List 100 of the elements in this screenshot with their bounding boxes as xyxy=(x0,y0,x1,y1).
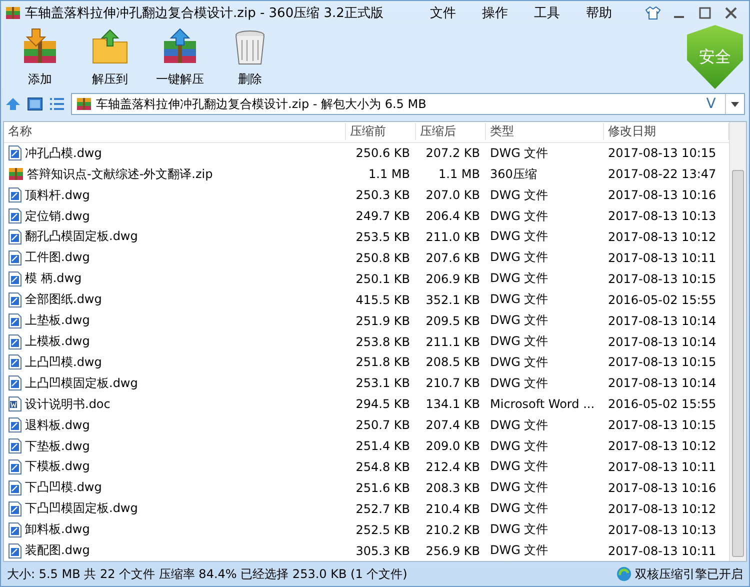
app-icon xyxy=(5,5,21,21)
drawing-file-icon xyxy=(8,270,22,287)
table-cell-text: DWG 文件 xyxy=(489,144,550,162)
table-cell-text: 2017-08-13 10:11 xyxy=(607,250,718,265)
address-field[interactable]: 车轴盖落料拉伸冲孔翻边复合模设计.zip - 解包大小为 6.5 MB V xyxy=(71,93,745,115)
drawing-file-icon xyxy=(8,458,22,475)
table-cell-text: DWG 文件 xyxy=(489,354,550,371)
table-cell-text: 251.9 KB xyxy=(354,314,411,328)
table-cell-text: 1.1 MB xyxy=(438,167,481,182)
table-cell-text: DWG 文件 xyxy=(489,521,550,538)
skin-icon[interactable] xyxy=(645,6,661,20)
column-header[interactable]: 压缩前 xyxy=(346,123,416,140)
drawing-file-icon xyxy=(8,354,22,370)
table-cell-text: 305.3 KB xyxy=(354,544,411,558)
table-cell-text: 253.1 KB xyxy=(354,376,411,390)
table-cell-text: DWG 文件 xyxy=(489,249,550,266)
file-name: 顶料杆.dwg xyxy=(25,186,90,204)
drawing-file-icon xyxy=(8,145,22,162)
toolbar-button[interactable]: 一键解压 xyxy=(149,25,211,91)
menu-item[interactable]: 文件 xyxy=(417,4,469,22)
table-cell-text: 2017-08-13 10:13 xyxy=(607,522,718,537)
file-name: 下凸凹模固定板.dwg xyxy=(25,500,138,518)
table-cell-text: DWG 文件 xyxy=(489,374,550,392)
table-cell-text: 208.3 KB xyxy=(424,480,481,495)
table-cell-text: 251.6 KB xyxy=(354,480,411,495)
table-cell-text: 2017-08-13 10:14 xyxy=(607,376,718,390)
drawing-file-icon xyxy=(8,334,22,350)
table-cell-text: 250.3 KB xyxy=(354,188,411,202)
dropdown-arrow-icon[interactable] xyxy=(731,102,739,106)
table-cell-text: DWG 文件 xyxy=(489,479,550,496)
table-cell-text: 134.1 KB xyxy=(424,397,481,412)
column-header[interactable]: 压缩后 xyxy=(416,123,486,140)
list-view-icon[interactable] xyxy=(49,96,65,112)
table-cell-text: 207.4 KB xyxy=(424,418,481,432)
menu-item[interactable]: 工具 xyxy=(521,4,573,22)
file-name: 卸料板.dwg xyxy=(25,521,90,538)
table-cell-text: 415.5 KB xyxy=(354,292,411,307)
menu-item[interactable]: 帮助 xyxy=(573,4,625,22)
file-name: 设计说明书.doc xyxy=(25,396,110,413)
table-cell-text: 2017-08-13 10:15 xyxy=(607,272,718,286)
table-cell-text: DWG 文件 xyxy=(489,270,550,288)
table-cell-text: DWG 文件 xyxy=(489,186,550,204)
table-cell-text: 207.2 KB xyxy=(424,146,481,160)
table-cell-text: 250.1 KB xyxy=(354,272,411,286)
drawing-file-icon xyxy=(8,500,22,517)
table-cell-text: 252.7 KB xyxy=(354,502,411,516)
table-cell-text: 254.8 KB xyxy=(354,460,411,474)
menu-item[interactable]: 操作 xyxy=(469,4,521,22)
table-cell-text: 250.7 KB xyxy=(354,418,411,432)
table-cell-text: 208.5 KB xyxy=(424,355,481,370)
table-cell-text: DWG 文件 xyxy=(489,500,550,518)
toolbar-button[interactable]: 解压到 xyxy=(79,25,141,91)
table-cell-text: DWG 文件 xyxy=(489,416,550,434)
table-cell-text: 212.4 KB xyxy=(424,460,481,474)
up-arrow-icon[interactable] xyxy=(5,96,21,112)
window-title: 车轴盖落料拉伸冲孔翻边复合模设计.zip - 360压缩 3.2正式版 xyxy=(25,5,384,22)
file-name: 下模板.dwg xyxy=(25,458,90,476)
scrollbar-thumb[interactable] xyxy=(732,170,744,557)
table-cell-text: 206.9 KB xyxy=(424,272,481,286)
table-cell-text: 2017-08-13 10:13 xyxy=(607,209,718,224)
table-cell-text: DWG 文件 xyxy=(489,208,550,225)
table-cell-text: 360压缩 xyxy=(489,166,538,183)
table-cell-text: 2017-08-13 10:15 xyxy=(607,418,718,432)
drawing-file-icon xyxy=(8,417,22,434)
table-cell-text: 2017-08-13 10:15 xyxy=(607,146,718,160)
large-icons-view-icon[interactable] xyxy=(27,96,43,112)
table-cell-text: 2017-08-13 10:12 xyxy=(607,230,718,244)
toolbar-button[interactable]: 删除 xyxy=(219,25,281,91)
file-name: 上凸凹模固定板.dwg xyxy=(25,374,138,392)
file-name: 冲孔凸模.dwg xyxy=(25,144,102,162)
table-cell-text: DWG 文件 xyxy=(489,228,550,246)
close-icon[interactable] xyxy=(723,6,739,20)
table-cell-text: 207.0 KB xyxy=(424,188,481,202)
file-name: 退料板.dwg xyxy=(25,416,90,434)
column-header[interactable]: 名称 xyxy=(4,123,346,140)
archive-icon xyxy=(8,166,24,182)
table-cell-text: 209.0 KB xyxy=(424,439,481,454)
drawing-file-icon xyxy=(8,375,22,392)
engine-status: 双核压缩引擎已开启 xyxy=(635,566,743,582)
table-cell-text: DWG 文件 xyxy=(489,291,550,308)
status-text: 大小: 5.5 MB 共 22 个文件 压缩率 84.4% 已经选择 253.0 KB (1 个文件) xyxy=(7,566,408,582)
maximize-icon[interactable] xyxy=(697,6,713,20)
table-cell-text: 210.2 KB xyxy=(424,522,481,537)
table-cell-text: 352.1 KB xyxy=(424,292,481,307)
file-name: 答辩知识点-文献综述-外文翻译.zip xyxy=(27,166,213,183)
table-cell-text: 2016-05-02 15:55 xyxy=(607,292,718,307)
toolbar-button[interactable]: 添加 xyxy=(9,25,71,91)
table-cell-text: 2017-08-13 10:16 xyxy=(607,480,718,495)
column-header[interactable]: 类型 xyxy=(486,123,604,140)
table-cell-text: 2017-08-13 10:16 xyxy=(607,188,718,202)
table-cell-text: DWG 文件 xyxy=(489,333,550,350)
file-name: 工件图.dwg xyxy=(25,249,90,266)
table-cell-text: Microsoft Word ... xyxy=(489,397,596,412)
drawing-file-icon xyxy=(8,292,22,308)
file-name: 翻孔凸模固定板.dwg xyxy=(25,228,138,246)
table-cell-text: DWG 文件 xyxy=(489,438,550,455)
file-name: 定位销.dwg xyxy=(25,208,90,225)
table-cell-text: 294.5 KB xyxy=(354,397,411,412)
table-cell-text: DWG 文件 xyxy=(489,312,550,330)
file-name: 上凸凹模.dwg xyxy=(25,354,102,371)
